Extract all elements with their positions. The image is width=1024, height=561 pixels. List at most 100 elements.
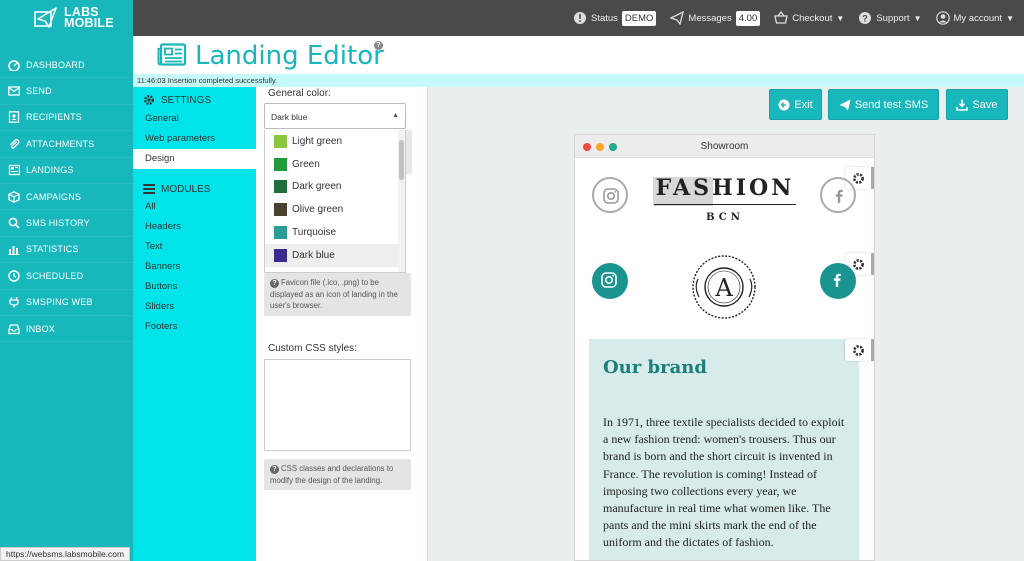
color-option-green[interactable]: Green (265, 153, 405, 176)
clock-icon (8, 270, 20, 282)
brand-city[interactable]: BCN (654, 212, 796, 223)
module-item-banners[interactable]: Banners (133, 257, 256, 277)
sidebar-menu: DASHBOARD SEND RECIPIENTS ATTACHMENTS LANDIN… (0, 52, 133, 343)
settings-heading: SETTINGS (133, 94, 256, 106)
general-color-value: Dark blue (271, 112, 308, 122)
paper-plane-icon (670, 11, 685, 25)
module-item-text[interactable]: Text (133, 237, 256, 257)
color-swatch (274, 180, 287, 194)
module-item-all[interactable]: All (133, 197, 256, 217)
sidebar-item-send[interactable]: SEND (0, 78, 133, 105)
sidebar-item-label: INBOX (26, 323, 56, 334)
module-item-headers[interactable]: Headers (133, 217, 256, 237)
paper-plane-icon (839, 99, 851, 110)
sidebar-item-statistics[interactable]: STATISTICS (0, 237, 133, 264)
status-badge: DEMO (621, 10, 657, 26)
color-option-light-green[interactable]: Light green (265, 130, 405, 153)
favicon-hint: ? Favicon file (.ico, .png) to be display… (264, 273, 411, 316)
color-swatch (274, 226, 287, 240)
general-color-select[interactable]: Dark blue ▲︎ (264, 103, 406, 129)
modules-list: All Headers Text Banners Buttons Sliders Foote… (133, 197, 256, 337)
sidebar-item-inbox[interactable]: INBOX (0, 316, 133, 343)
app-logo[interactable]: LABS MOBILE (0, 0, 133, 36)
color-option-label: Light green (292, 135, 343, 147)
messages-badge: 4.00 (735, 10, 761, 26)
send-test-sms-button[interactable]: Send test SMS (828, 89, 939, 120)
general-color-label: General color: (268, 88, 331, 99)
dropdown-scrollbar[interactable] (398, 130, 405, 272)
settings-item-general[interactable]: General (133, 109, 256, 129)
dashboard-icon (8, 59, 20, 71)
color-option-label: Turquoise (292, 227, 337, 239)
newspaper-icon (157, 43, 187, 66)
sidebar-item-sms-history[interactable]: SMS HISTORY (0, 210, 133, 237)
cube-icon (8, 190, 20, 203)
messages-indicator[interactable]: Messages 4.00 (670, 10, 761, 26)
browser-status-url: https://websms.labsmobile.com (0, 547, 131, 561)
user-icon (935, 11, 950, 25)
chevron-down-icon: ▼ (1006, 13, 1014, 23)
section-body: In 1971, three textile specialists decid… (603, 415, 845, 550)
sidebar-item-landings[interactable]: LANDINGS (0, 158, 133, 184)
settings-panel: SETTINGS General Web parameters Design MOD… (133, 87, 256, 561)
list-icon (143, 184, 155, 194)
chevron-down-icon: ▼ (836, 13, 845, 23)
editor-canvas: Exit Send test SMS Save Showroom FASHION… (429, 87, 1024, 561)
sidebar-item-campaigns[interactable]: CAMPAIGNS (0, 184, 133, 211)
page-title: Landing Editor (195, 41, 384, 71)
bar-chart-icon (8, 246, 20, 256)
sidebar-item-smsping-web[interactable]: SMSPING WEB (0, 290, 133, 316)
color-option-dark-blue[interactable]: Dark blue (265, 243, 405, 267)
module-item-footers[interactable]: Footers (133, 317, 256, 337)
notification-bar: 11:46:03 Insertion completed successfull… (133, 74, 1024, 87)
color-option-label: Green (292, 158, 320, 170)
custom-css-textarea[interactable] (264, 359, 411, 451)
sidebar-item-scheduled[interactable]: SCHEDULED (0, 263, 133, 290)
sidebar-item-attachments[interactable]: ATTACHMENTS (0, 131, 133, 158)
help-icon[interactable]: ? (374, 41, 383, 50)
settings-list: General Web parameters Design (133, 109, 256, 169)
module-settings-button[interactable] (845, 339, 871, 361)
css-label: Custom CSS styles: (268, 343, 357, 354)
color-option-dark-green[interactable]: Dark green (265, 176, 405, 199)
status-indicator[interactable]: Status DEMO (573, 10, 657, 26)
sidebar-item-recipients[interactable]: RECIPIENTS (0, 105, 133, 132)
support-menu[interactable]: ? Support ▼ (858, 11, 922, 25)
facebook-icon[interactable] (820, 263, 856, 299)
page-header: Landing Editor ? (133, 36, 1024, 74)
seal-letter: A (714, 274, 733, 302)
exit-button[interactable]: Exit (769, 89, 822, 120)
paperclip-icon (9, 138, 20, 149)
checkout-label: Checkout (792, 12, 833, 24)
module-item-sliders[interactable]: Sliders (133, 297, 256, 317)
text-module[interactable]: Our brand In 1971, three textile special… (589, 339, 859, 560)
gear-icon (852, 344, 864, 356)
facebook-outline-icon[interactable] (820, 177, 856, 213)
save-button[interactable]: Save (946, 89, 1008, 120)
instagram-outline-icon[interactable] (592, 177, 628, 213)
messages-label: Messages (688, 12, 732, 24)
help-icon: ? (859, 12, 872, 24)
main-sidebar: LABS MOBILE DASHBOARD SEND RECIPIENTS ATTAC… (0, 0, 133, 561)
color-option-olive-green[interactable]: Olive green (265, 198, 405, 221)
color-option-turquoise[interactable]: Turquoise (265, 221, 405, 244)
basket-icon (774, 11, 789, 24)
gear-icon (852, 258, 864, 270)
settings-item-design[interactable]: Design (133, 149, 256, 169)
color-swatch (274, 248, 287, 262)
account-menu[interactable]: My account ▼ (935, 11, 1014, 25)
sidebar-item-dashboard[interactable]: DASHBOARD (0, 52, 133, 79)
sidebar-item-label: RECIPIENTS (26, 112, 83, 123)
checkout-menu[interactable]: Checkout ▼ (774, 11, 844, 25)
account-label: My account (953, 12, 1003, 24)
instagram-icon[interactable] (592, 263, 628, 299)
settings-item-web-parameters[interactable]: Web parameters (133, 129, 256, 149)
logo-text: LABS MOBILE (64, 5, 114, 30)
brand-name-heading[interactable]: FASHION (654, 175, 796, 201)
color-option-label: Dark green (292, 181, 342, 193)
help-icon: ? (270, 465, 279, 474)
color-dropdown: Light green Green Dark green Olive green Tur… (264, 130, 406, 273)
module-item-buttons[interactable]: Buttons (133, 277, 256, 297)
sidebar-item-label: DASHBOARD (26, 59, 85, 70)
gear-icon (144, 95, 154, 105)
